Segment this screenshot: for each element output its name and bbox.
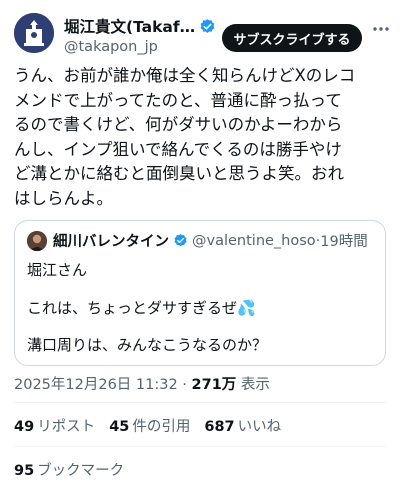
subscribe-button[interactable]: サブスクライブする [222, 24, 362, 52]
tweet-line: はしらんよ。 [14, 188, 113, 208]
quotes-label: 件の引用 [132, 419, 191, 435]
verified-badge-icon [200, 18, 215, 33]
reposts-stat[interactable]: 49 リポスト [14, 415, 95, 436]
bookmarks-label: ブックマーク [37, 463, 125, 479]
tweet-line: メンドで上がってたのと、普通に酔っ払って [14, 90, 342, 110]
quoted-text-line: これは、ちょっとダサすぎるぜ💦 [27, 299, 256, 317]
bookmarks-count: 95 [14, 463, 35, 479]
likes-stat[interactable]: 687 いいね [204, 415, 281, 436]
more-options-icon[interactable] [372, 20, 390, 38]
tweet-header: 堀江貴文(Takaf… @takapon_jp サブスクライブする [0, 0, 400, 62]
likes-label: いいね [237, 419, 282, 435]
views-count: 271万 [191, 377, 237, 393]
tweet-timestamp[interactable]: 2025年12月26日 11:32 [14, 377, 178, 393]
quoted-text-line: 堀江さん [27, 261, 88, 279]
author-name-row: 堀江貴文(Takaf… [64, 15, 216, 37]
dot-separator: · [177, 377, 192, 393]
verified-badge-icon [174, 233, 187, 247]
tweet-meta: 2025年12月26日 11:32 · 271万 表示 [14, 373, 270, 394]
quotes-count: 45 [109, 419, 130, 435]
quoted-tweet-card[interactable]: 細川バレンタイン @valentine_hoso · 19時間 堀江さん これは… [14, 220, 386, 366]
views-label: 表示 [240, 377, 270, 393]
tweet-line: ど溝とかに絡むと面倒臭いと思うよ笑。おれ [14, 164, 344, 183]
tweet-line: るので書くけど、何がダサいのかよーわから [14, 115, 343, 134]
quotes-stat[interactable]: 45 件の引用 [109, 415, 190, 436]
quoted-tweet-header: 細川バレンタイン @valentine_hoso · 19時間 [27, 230, 368, 251]
person-photo-icon [27, 230, 47, 251]
quoted-tweet-time[interactable]: 19時間 [320, 230, 367, 251]
quoted-author-name[interactable]: 細川バレンタイン [53, 230, 169, 251]
author-handle[interactable]: @takapon_jp [64, 39, 158, 55]
engagement-stats: 49 リポスト 45 件の引用 687 いいね [14, 415, 295, 436]
quoted-text-line: 溝口周りは、みんなこうなるのか？ [27, 336, 268, 354]
tweet-body: うん、お前が誰か俺は全く知らんけどXのレコ メンドで上がってたのと、普通に酔っ払… [14, 64, 389, 211]
quoted-author-handle[interactable]: @valentine_hoso [192, 233, 316, 249]
author-avatar[interactable] [14, 13, 54, 53]
tweet-line: うん、お前が誰か俺は全く知らんけどXのレコ [14, 66, 356, 85]
reposts-label: リポスト [37, 419, 96, 435]
author-display-name[interactable]: 堀江貴文(Takaf… [64, 15, 195, 37]
divider [14, 446, 386, 447]
emblem-icon [14, 13, 54, 53]
reposts-count: 49 [14, 419, 35, 435]
divider [14, 402, 386, 403]
bookmarks-stat[interactable]: 95 ブックマーク [14, 459, 124, 480]
tweet-line: んし、インプ狙いで絡んでくるのは勝手やけ [14, 139, 342, 159]
quoted-author-avatar[interactable] [27, 230, 47, 251]
likes-count: 687 [204, 419, 235, 435]
